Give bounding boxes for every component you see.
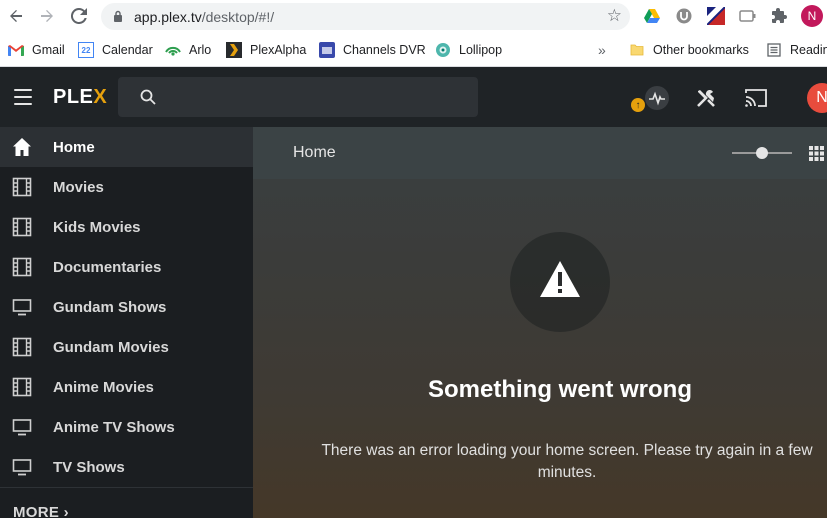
home-icon [13,138,31,156]
other-bookmarks-folder[interactable]: Other bookmarks [629,41,749,59]
slider-handle[interactable] [756,147,768,159]
sidebar-item-tv-shows[interactable]: TV Shows [0,447,253,487]
activity-pulse-icon [645,86,669,110]
sidebar-item-gundam-movies[interactable]: Gundam Movies [0,327,253,367]
channels-icon [319,42,335,58]
address-bar[interactable]: app.plex.tv/desktop/#!/ ☆ [101,3,630,30]
sidebar-item-home[interactable]: Home [0,127,253,167]
error-icon-circle [510,232,610,332]
extension-battery-icon[interactable] [738,6,758,26]
google-drive-icon[interactable] [642,6,662,26]
film-icon [12,257,32,277]
search-input[interactable] [118,77,478,117]
url-host: app.plex.tv [134,9,202,25]
reading-list-icon [766,42,782,58]
tv-icon [12,299,32,316]
bookmark-lollipop[interactable]: Lollipop [435,41,502,59]
sidebar-item-label: Anime Movies [53,378,154,396]
tools-icon [697,89,715,107]
bookmark-label: PlexAlpha [250,43,307,57]
extensions-puzzle-icon[interactable] [770,6,790,26]
sidebar-item-anime-movies[interactable]: Anime Movies [0,367,253,407]
sidebar-item-label: Movies [53,178,104,196]
arrow-left-icon [10,10,22,22]
bookmark-gmail[interactable]: Gmail [8,41,65,59]
tv-icon [12,459,32,476]
extension-u-icon[interactable] [674,6,694,26]
sidebar-item-movies[interactable]: Movies [0,167,253,207]
menu-hamburger-icon[interactable] [14,89,32,105]
bookmark-label: Arlo [189,43,212,57]
sidebar-item-label: Gundam Movies [53,338,169,356]
logo-text: PLE [53,86,94,108]
calendar-icon: 22 [78,42,94,58]
lollipop-icon [435,42,451,58]
bookmark-channels-dvr[interactable]: Channels DVR [319,41,426,59]
sidebar-divider [0,487,253,488]
search-icon [140,89,156,105]
reload-icon [71,8,87,24]
sidebar-item-gundam-shows[interactable]: Gundam Shows [0,287,253,327]
sidebar-item-label: Anime TV Shows [53,418,175,436]
grid-view-icon[interactable] [809,146,824,161]
bookmark-label: Calendar [102,43,153,57]
browser-toolbar: app.plex.tv/desktop/#!/ ☆ N [0,0,827,33]
bookmark-calendar[interactable]: 22 Calendar [78,41,153,59]
main-content: Home Something went wrong There was an e… [253,127,827,518]
error-message: There was an error loading your home scr… [321,442,813,481]
sidebar-item-label: Home [53,138,95,156]
film-icon [12,177,32,197]
forward-button[interactable] [36,5,58,27]
film-icon [12,217,32,237]
bookmark-label: Channels DVR [343,43,426,57]
profile-avatar[interactable]: N [801,5,823,27]
arlo-icon [165,42,181,58]
error-title: Something went wrong [428,376,692,403]
content-header: Home [253,127,827,179]
back-button[interactable] [5,5,27,27]
settings-button[interactable] [693,85,719,111]
bookmark-plexalpha[interactable]: PlexAlpha [226,41,306,59]
logo-x: X [93,86,108,108]
folder-icon [629,42,645,58]
activity-button[interactable] [644,85,670,111]
bookmark-arlo[interactable]: Arlo [165,41,211,59]
cast-button[interactable] [743,85,769,111]
bookmark-label: Readin [790,43,827,57]
sidebar-item-kids-movies[interactable]: Kids Movies [0,207,253,247]
bookmark-label: Gmail [32,43,65,57]
warning-triangle-icon [540,261,580,297]
sidebar-item-documentaries[interactable]: Documentaries [0,247,253,287]
page-title: Home [293,144,336,161]
extension-flag-icon[interactable] [706,6,726,26]
sidebar-more-button[interactable]: MORE › [13,504,69,518]
gmail-icon [8,42,24,58]
sidebar-item-label: Kids Movies [53,218,141,236]
film-icon [12,337,32,357]
arrow-right-icon [41,10,53,22]
sidebar-item-anime-tv-shows[interactable]: Anime TV Shows [0,407,253,447]
url-path: /desktop/#!/ [201,9,275,25]
bookmarks-overflow-button[interactable]: » [598,41,606,59]
user-avatar[interactable]: N [807,83,827,113]
sidebar-item-label: TV Shows [53,458,125,476]
bookmarks-bar: Gmail 22 Calendar Arlo PlexAlpha Channel… [0,33,827,67]
bookmark-star-icon[interactable]: ☆ [607,6,622,26]
lock-icon [114,10,122,22]
tv-icon [12,419,32,436]
plex-top-bar: PLEX N [0,67,827,127]
plex-logo[interactable]: PLEX [53,86,107,109]
sidebar-item-label: Documentaries [53,258,162,276]
library-sidebar: Home Movies Kids Movies Documentaries Gu… [0,127,253,518]
reload-button[interactable] [68,5,90,27]
reading-list-button[interactable]: Readin [766,41,827,59]
bookmark-label: Lollipop [459,43,503,57]
url-text: app.plex.tv/desktop/#!/ [134,9,274,25]
upload-badge-icon: ↑ [631,98,645,112]
bookmark-label: Other bookmarks [653,43,749,57]
film-icon [12,377,32,397]
cast-icon [745,89,767,107]
sidebar-item-label: Gundam Shows [53,298,167,316]
plex-icon [226,42,242,58]
